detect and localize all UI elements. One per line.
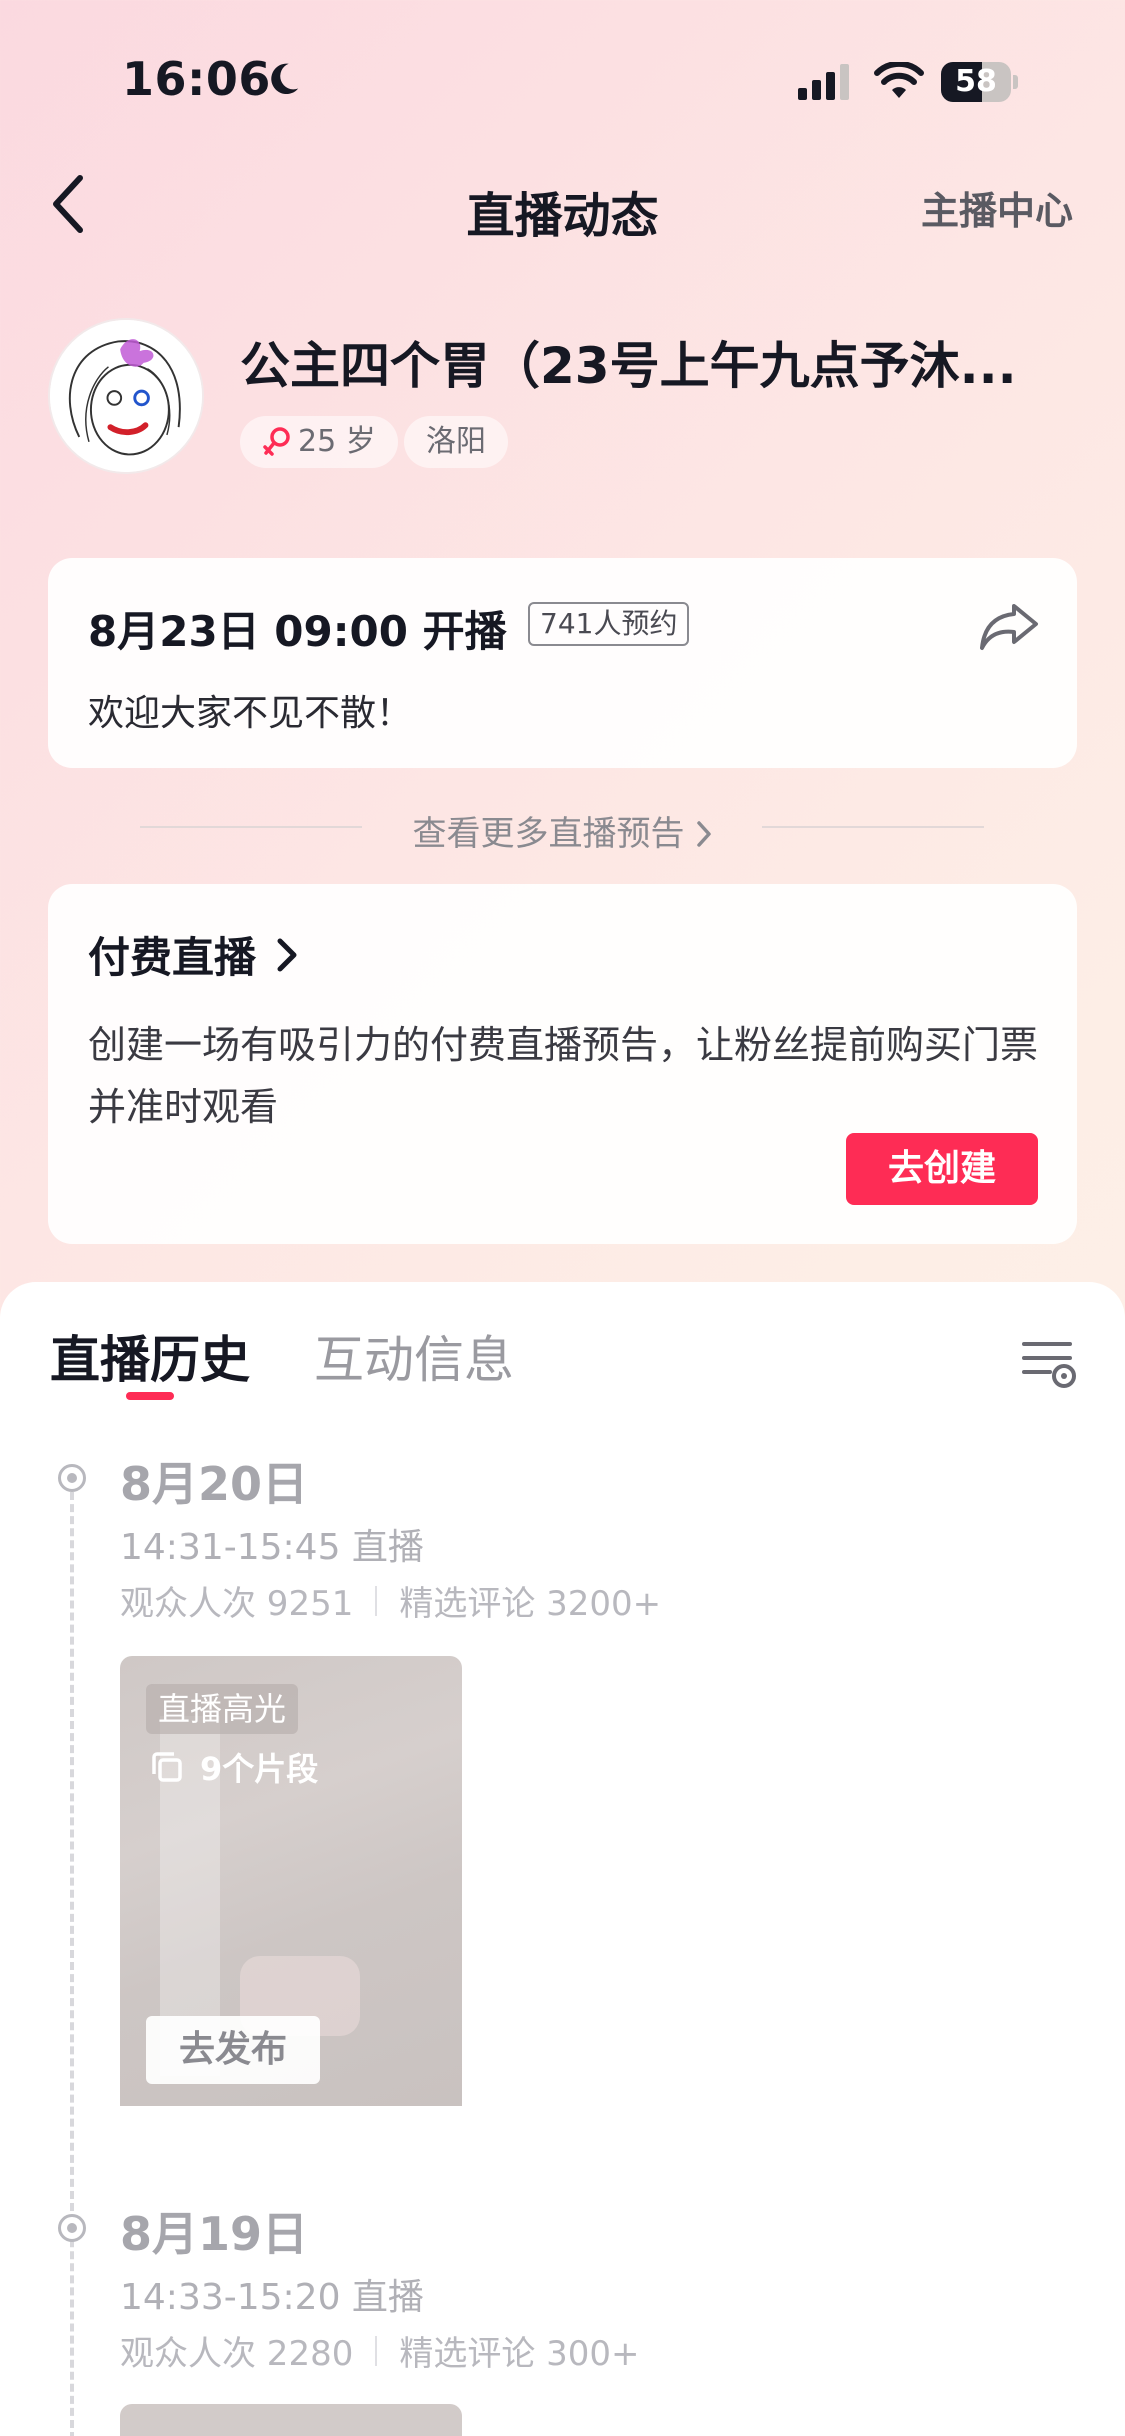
history-stats: 观众人次 2280 精选评论 300+ (120, 2326, 640, 2375)
reservation-count-badge: 741人预约 (528, 602, 690, 646)
timeline-dot (58, 1464, 86, 1492)
paid-live-description: 创建一场有吸引力的付费直播预告，让粉丝提前购买门票并准时观看 (88, 1023, 1039, 1129)
clip-count-label: 9个片段 (200, 1750, 319, 1788)
tab-interaction-info[interactable]: 互动信息 (314, 1320, 514, 1392)
history-date: 8月19日 (120, 2207, 309, 2261)
comment-count: 精选评论 300+ (399, 2334, 640, 2374)
history-date: 8月20日 (120, 1457, 309, 1511)
timeline-line (70, 1480, 74, 2436)
city-tag: 洛阳 (404, 416, 508, 468)
timeline-dot (58, 2214, 86, 2242)
age-label: 25 岁 (298, 424, 376, 459)
history-time: 14:31-15:45 直播 (120, 1527, 424, 1568)
share-icon[interactable] (978, 600, 1040, 652)
history-time: 14:33-15:20 直播 (120, 2277, 424, 2318)
profile-name: 公主四个胃（23号上午九点予沐... (240, 337, 1017, 395)
viewer-count: 观众人次 2280 (120, 2334, 354, 2374)
moon-icon (271, 63, 299, 95)
age-tag: 25 岁 (240, 416, 398, 468)
more-previews-link[interactable]: 查看更多直播预告 (0, 806, 1125, 855)
clips-icon (152, 1752, 182, 1782)
comment-count: 精选评论 3200+ (399, 1584, 662, 1624)
viewer-count: 观众人次 9251 (120, 1584, 354, 1624)
wifi-icon (874, 62, 924, 98)
highlight-badge: 直播高光 (146, 1684, 299, 1734)
signal-icon (798, 64, 849, 100)
history-stats: 观众人次 9251 精选评论 3200+ (120, 1576, 661, 1625)
chevron-right-icon (277, 938, 297, 971)
live-preview-card[interactable] (48, 558, 1077, 768)
avatar[interactable] (48, 318, 204, 474)
filter-settings-icon[interactable] (1020, 1336, 1080, 1388)
publish-button[interactable]: 去发布 (146, 2016, 320, 2084)
anchor-center-link[interactable]: 主播中心 (921, 180, 1073, 235)
preview-message: 欢迎大家不见不散！ (88, 693, 413, 734)
clip-count: 9个片段 (150, 1744, 318, 1790)
create-button[interactable]: 去创建 (846, 1133, 1038, 1205)
tab-live-history[interactable]: 直播历史 (50, 1320, 250, 1392)
highlight-thumbnail[interactable] (120, 2404, 462, 2436)
battery-level: 58 (955, 64, 997, 99)
more-previews-label: 查看更多直播预告 (412, 814, 685, 854)
battery-icon: 58 (941, 62, 1019, 102)
female-icon (263, 427, 290, 456)
paid-live-title-label: 付费直播 (88, 933, 257, 982)
preview-start-time: 8月23日 09:00 开播 (88, 607, 507, 656)
status-time: 16:06 (122, 52, 271, 106)
chevron-right-icon (695, 814, 713, 854)
paid-live-title[interactable]: 付费直播 (88, 924, 302, 985)
active-tab-indicator (126, 1392, 174, 1400)
